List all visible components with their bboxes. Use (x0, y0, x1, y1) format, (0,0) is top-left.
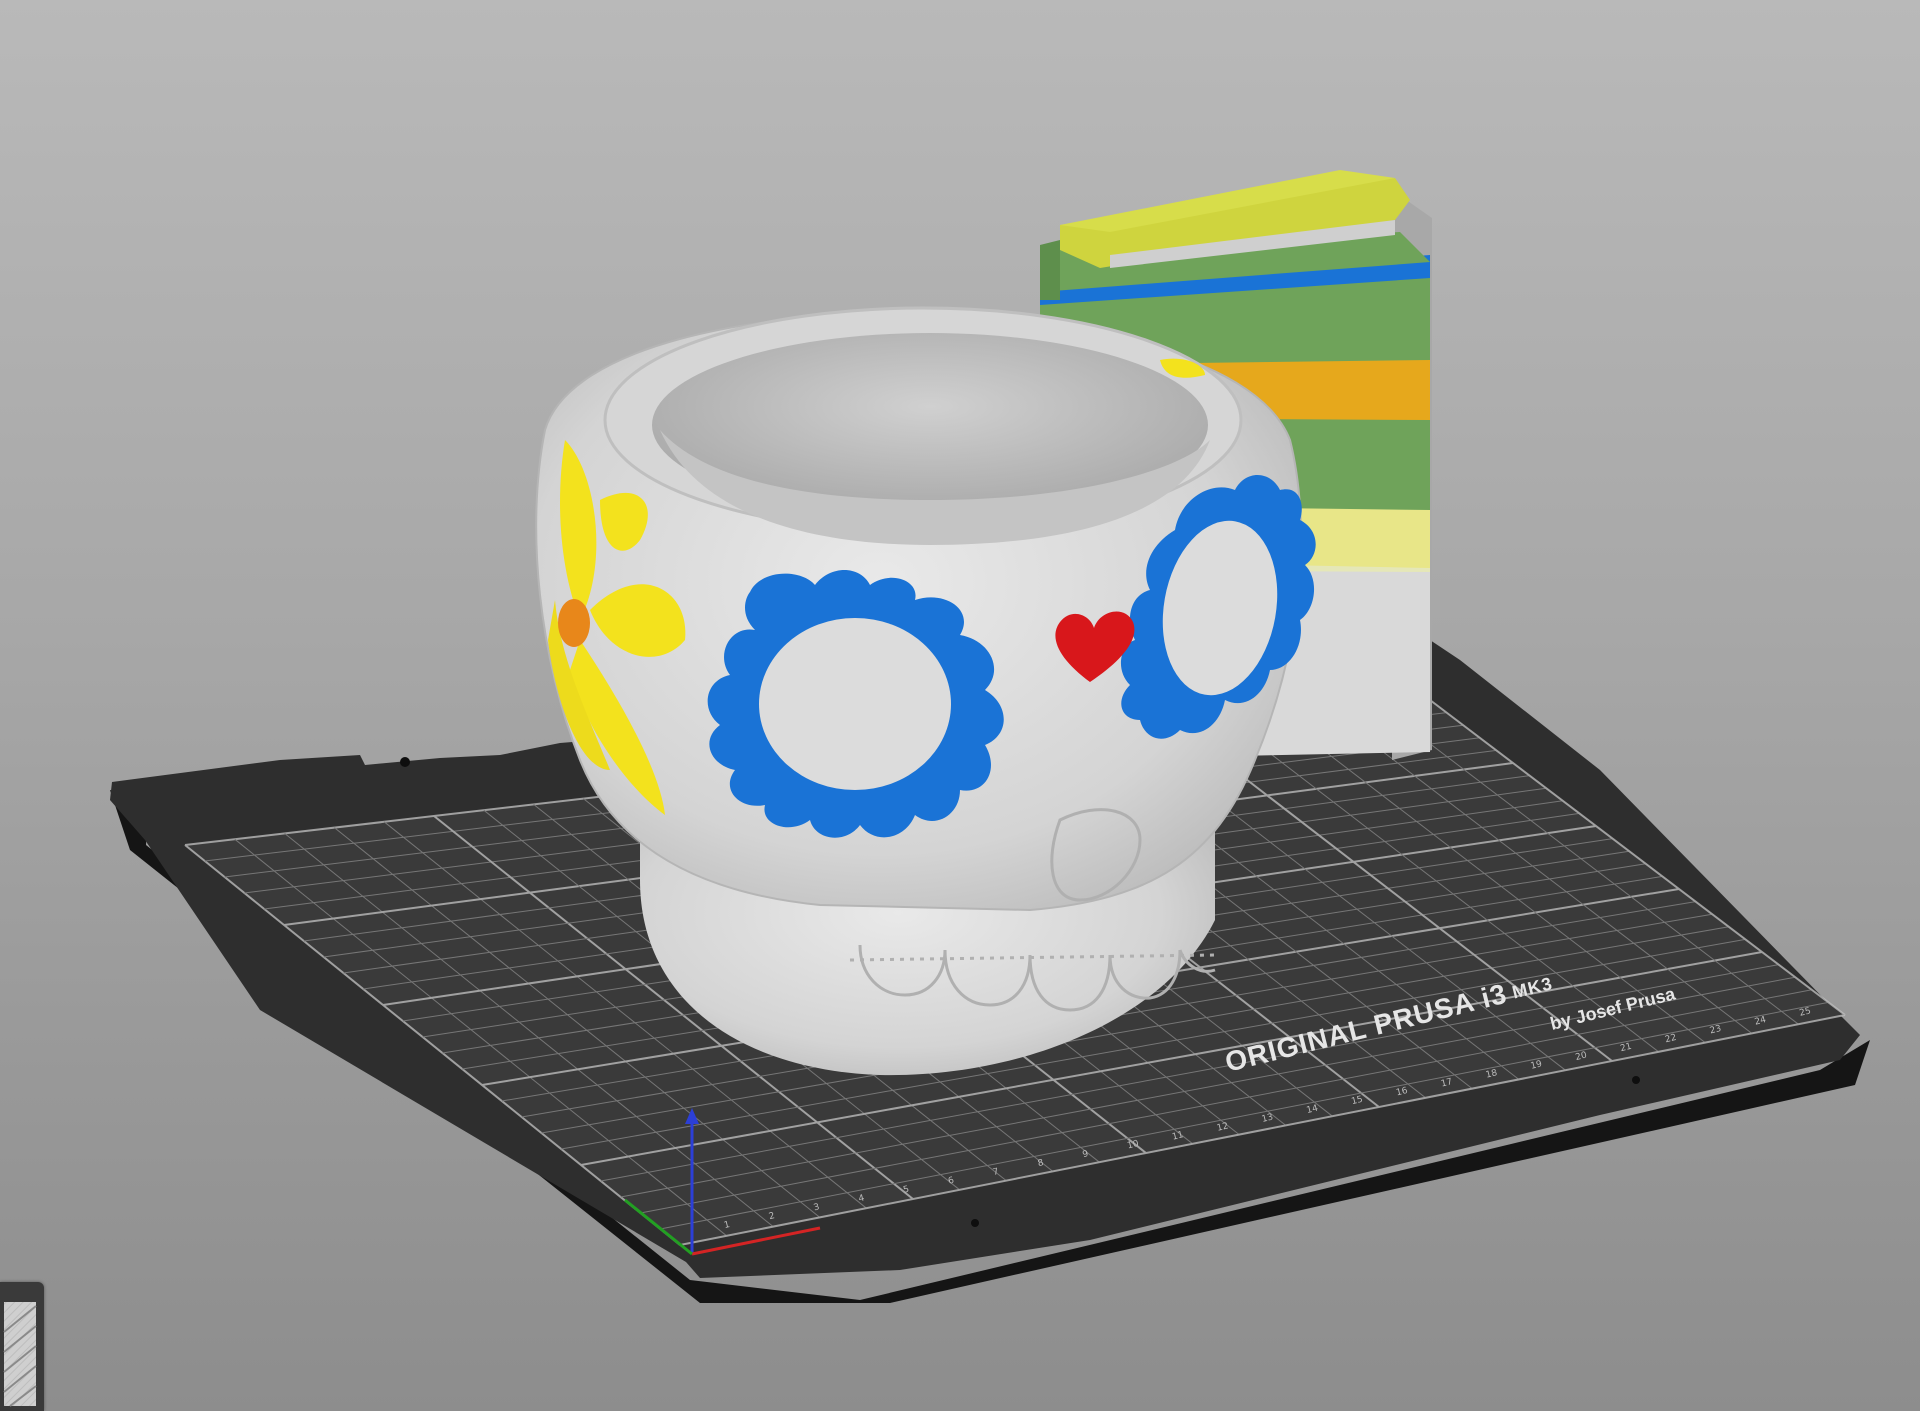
3d-viewport[interactable]: 1 2 3 4 5 6 7 8 9 10 11 12 13 14 15 16 17 18 19 20 21 22 23 24 2… (0, 0, 1920, 1411)
scene-canvas[interactable]: 1234567891011121314151617181920212223242… (0, 0, 1920, 1411)
layer-view-toggle[interactable] (0, 1282, 44, 1411)
bed-hole (971, 1219, 979, 1227)
bed-hole (400, 757, 410, 767)
bed-hole (1632, 1076, 1640, 1084)
layer-view-icon (3, 1302, 37, 1407)
